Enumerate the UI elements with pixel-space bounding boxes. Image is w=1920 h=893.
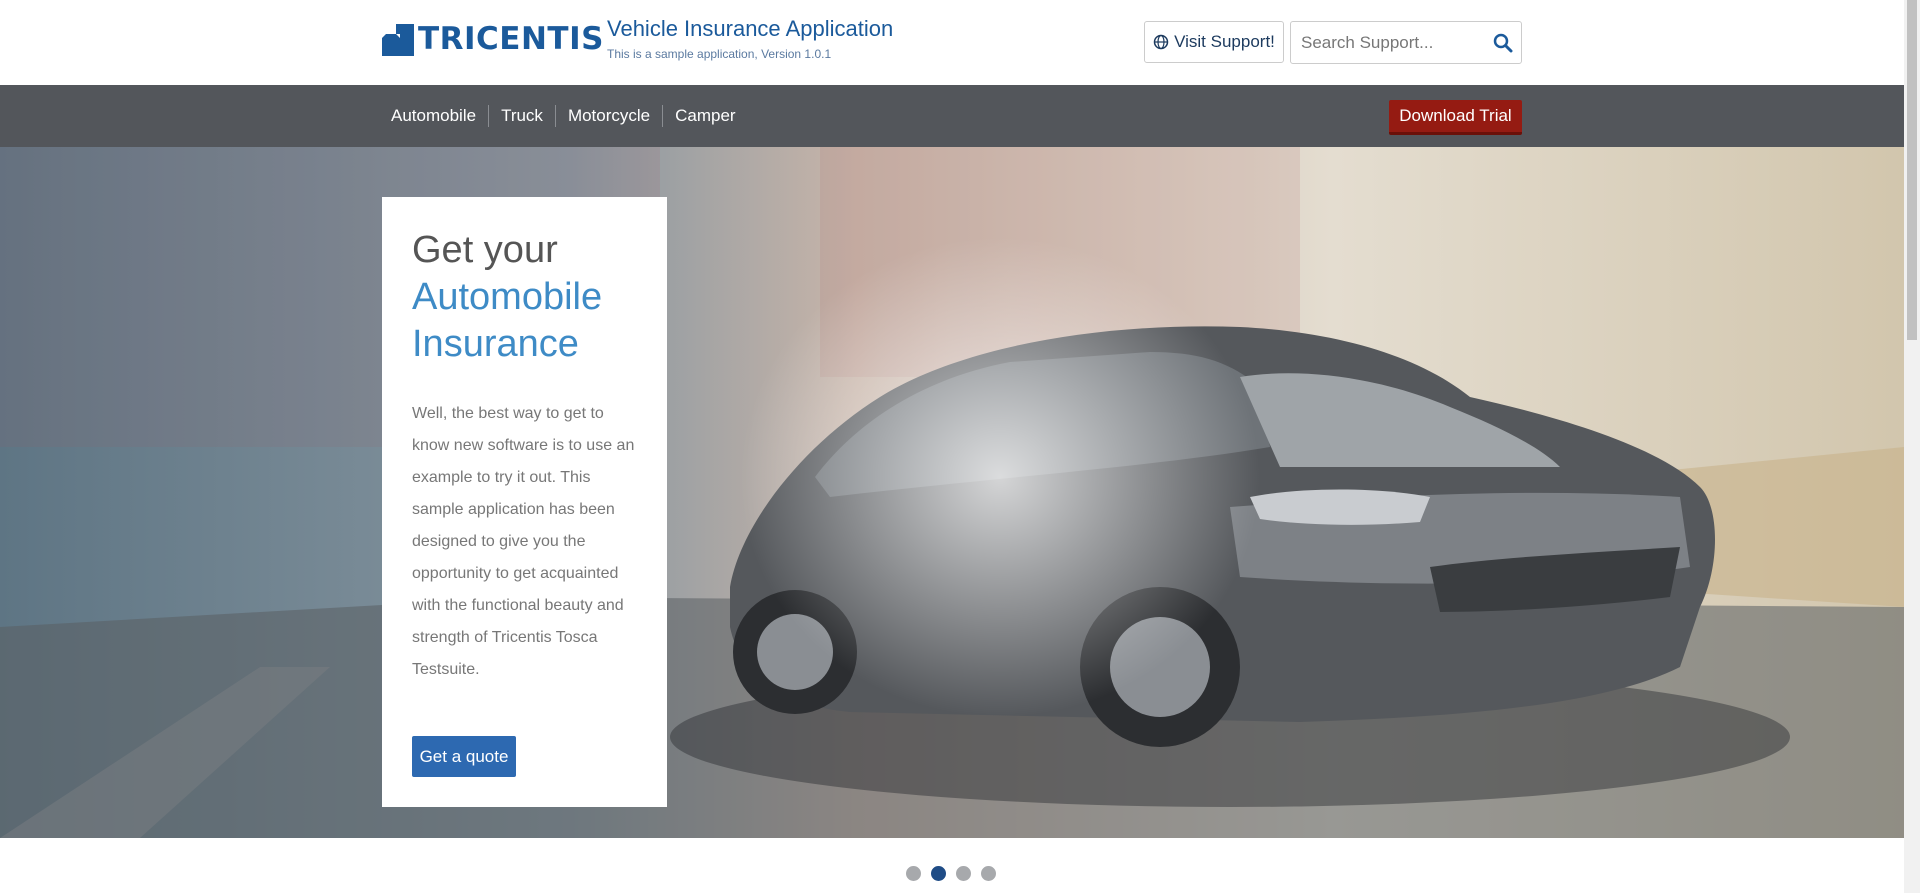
app-subtitle: This is a sample application, Version 1.… <box>607 47 832 61</box>
nav-item-camper[interactable]: Camper <box>663 105 747 127</box>
main-nav: Automobile Truck Motorcycle Camper Downl… <box>0 85 1904 147</box>
search-icon[interactable] <box>1493 33 1513 53</box>
nav-item-truck[interactable]: Truck <box>489 105 555 127</box>
search-input[interactable] <box>1291 22 1491 63</box>
site-header: TRICENTIS Vehicle Insurance Application … <box>0 0 1904 85</box>
hero-title: Get your Automobile Insurance <box>412 227 637 368</box>
page-scrollbar[interactable] <box>1904 0 1920 893</box>
carousel-dot-1[interactable] <box>906 866 921 881</box>
visit-support-button[interactable]: Visit Support! <box>1144 21 1284 63</box>
hero-banner: Get your Automobile Insurance Well, the … <box>0 147 1904 838</box>
nav-item-automobile[interactable]: Automobile <box>382 105 488 127</box>
hero-description: Well, the best way to get to know new so… <box>412 405 635 678</box>
tricentis-logo[interactable]: TRICENTIS <box>382 22 604 56</box>
download-trial-button[interactable]: Download Trial <box>1389 100 1522 135</box>
carousel-dot-3[interactable] <box>956 866 971 881</box>
carousel-indicators <box>906 866 1006 881</box>
app-title: Vehicle Insurance Application <box>607 16 894 41</box>
search-box <box>1290 21 1522 64</box>
hero-car-image <box>0 147 1904 838</box>
nav-item-motorcycle[interactable]: Motorcycle <box>556 105 662 127</box>
get-quote-button[interactable]: Get a quote <box>412 736 516 777</box>
hero-title-prefix: Get your <box>412 229 558 271</box>
scrollbar-thumb[interactable] <box>1907 0 1917 340</box>
carousel-dot-4[interactable] <box>981 866 996 881</box>
hero-card: Get your Automobile Insurance Well, the … <box>382 197 667 807</box>
globe-icon <box>1153 34 1169 50</box>
carousel-dot-2[interactable] <box>931 866 946 881</box>
logo-text: TRICENTIS <box>418 21 604 57</box>
logo-mark-icon <box>382 24 414 56</box>
hero-title-suffix: Insurance <box>412 323 579 365</box>
visit-support-label: Visit Support! <box>1174 32 1275 51</box>
nav-links: Automobile Truck Motorcycle Camper <box>382 85 748 147</box>
hero-title-accent: Automobile <box>412 276 603 318</box>
